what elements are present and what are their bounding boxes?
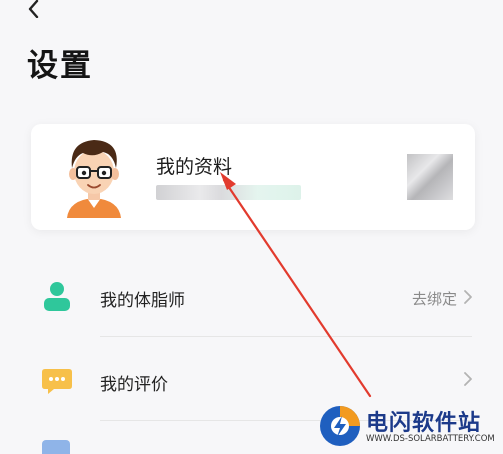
profile-id-redacted [156,185,301,200]
qr-code-thumbnail-redacted[interactable] [407,154,453,200]
page-title: 设置 [27,48,93,84]
comment-icon [42,369,72,394]
watermark-url: WWW.DS-SOLARBATTERY.COM [366,434,495,444]
list-item-label: 我的体脂师 [100,291,185,311]
avatar [67,140,121,218]
chevron-right-icon [464,372,472,386]
person-icon [44,282,70,311]
chevron-right-icon [464,290,472,304]
partial-list-icon [42,440,70,454]
bind-status-text: 去绑定 [411,290,457,308]
lightning-logo-icon [320,406,360,446]
watermark: 电闪软件站 WWW.DS-SOLARBATTERY.COM [318,404,498,448]
list-item-label: 我的评价 [100,375,168,395]
profile-card[interactable]: 我的资料 [31,124,475,230]
divider [100,336,472,337]
watermark-title: 电闪软件站 [366,411,482,436]
profile-name: 我的资料 [156,156,233,178]
back-chevron-icon[interactable] [24,0,44,18]
list-item-body-fat-coach[interactable]: 我的体脂师 去绑定 [0,262,503,330]
